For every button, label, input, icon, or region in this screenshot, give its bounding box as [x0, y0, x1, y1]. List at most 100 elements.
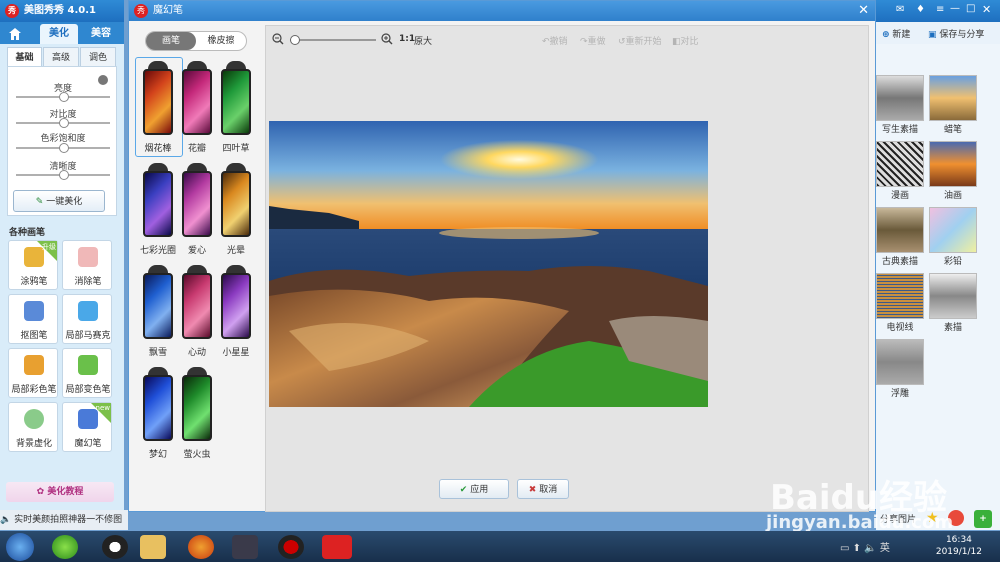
filter-item[interactable]: 彩铅 — [929, 207, 977, 267]
compare-icon: ◧ — [672, 37, 681, 47]
redo-button[interactable]: ↷重做 — [580, 34, 606, 47]
slider-knob[interactable] — [59, 143, 69, 153]
menu-icon[interactable]: ≡ — [936, 4, 944, 15]
firefox-icon[interactable] — [188, 535, 214, 559]
pen-label: 光晕 — [226, 246, 245, 256]
filter-item[interactable]: 油画 — [929, 141, 977, 201]
start-button[interactable] — [6, 533, 34, 561]
filter-item[interactable]: 素描 — [929, 273, 977, 333]
apply-button[interactable]: ✔ 应用 — [439, 479, 509, 499]
pen-item[interactable]: 爱心 — [178, 163, 216, 256]
brush-tile[interactable]: 局部彩色笔 — [8, 348, 58, 398]
brush-mode-option[interactable]: 画笔 — [146, 32, 196, 50]
minimize-icon[interactable]: — — [950, 3, 960, 14]
new-button[interactable]: ⊕ 新建 — [882, 27, 910, 40]
canvas-toolbar: 1:1 原大 ↶撤销 ↷重做 ↺重新开始 ◧对比 — [266, 26, 868, 52]
pen-item[interactable]: 四叶草 — [217, 61, 255, 154]
pen-item[interactable]: 七彩光圈 — [139, 163, 177, 256]
pen-item[interactable]: 花瓣 — [178, 61, 216, 154]
restart-button[interactable]: ↺重新开始 — [618, 34, 662, 47]
filter-label: 电视线 — [886, 323, 914, 333]
magic-wand-icon: ✎ — [35, 197, 44, 207]
subtab-advanced[interactable]: 高级 — [43, 47, 79, 67]
filter-item[interactable]: 古典素描 — [876, 207, 924, 267]
sharpness-slider[interactable] — [16, 170, 110, 180]
brush-tile[interactable]: new 魔幻笔 — [62, 402, 112, 452]
cancel-button[interactable]: ✖ 取消 — [517, 479, 569, 499]
filter-item[interactable]: 写生素描 — [876, 75, 924, 135]
pen-body — [182, 273, 212, 339]
pen-body — [221, 171, 251, 237]
video-app-icon[interactable] — [232, 535, 258, 559]
pen-item[interactable]: 小星星 — [217, 265, 255, 358]
maximize-icon[interactable]: □ — [966, 3, 975, 14]
pen-item[interactable]: 烟花棒 — [135, 57, 183, 157]
redo-icon: ↷ — [580, 37, 588, 47]
compare-button[interactable]: ◧对比 — [672, 34, 699, 47]
tab-beautify[interactable]: 美化 — [40, 24, 78, 44]
saturation-slider[interactable] — [16, 143, 110, 153]
file-explorer-icon[interactable] — [140, 535, 166, 559]
filter-item[interactable]: 电视线 — [876, 273, 924, 333]
zoom-ratio[interactable]: 1:1 — [399, 34, 415, 44]
slider-knob[interactable] — [59, 92, 69, 102]
slider-knob[interactable] — [59, 118, 69, 128]
pen-item[interactable]: 心动 — [178, 265, 216, 358]
zoom-slider[interactable] — [290, 35, 376, 45]
tab-beauty[interactable]: 美容 — [82, 24, 120, 44]
pen-body — [143, 171, 173, 237]
brush-tile[interactable]: 背景虚化 — [8, 402, 58, 452]
zoom-original-label[interactable]: 原大 — [414, 34, 432, 47]
pen-item[interactable]: 飘雪 — [139, 265, 177, 358]
brush-label: 魔幻笔 — [74, 439, 102, 449]
add-icon[interactable]: + — [974, 510, 992, 528]
filter-item[interactable]: 浮雕 — [876, 339, 924, 399]
subtab-basic[interactable]: 基础 — [7, 47, 42, 67]
tutorial-button[interactable]: ✿ 美化教程 — [6, 482, 114, 502]
qq-icon[interactable] — [102, 535, 128, 559]
blur-background-icon — [24, 409, 44, 429]
brush-tile[interactable]: 抠图笔 — [8, 294, 58, 344]
pen-body — [143, 273, 173, 339]
pen-body — [143, 375, 173, 441]
undo-button[interactable]: ↶撤销 — [542, 34, 568, 47]
subtab-color[interactable]: 调色 — [80, 47, 116, 67]
close-icon[interactable]: ✕ — [982, 3, 991, 16]
browser-360-icon[interactable] — [52, 535, 78, 559]
filter-item[interactable]: 漫画 — [876, 141, 924, 201]
app-title: 美图秀秀 4.0.1 — [24, 5, 96, 16]
cancel-icon: ✖ — [528, 485, 537, 495]
brush-tile[interactable]: 消除笔 — [62, 240, 112, 290]
save-share-button[interactable]: ▣ 保存与分享 — [928, 27, 984, 40]
filter-thumb — [929, 207, 977, 253]
close-icon[interactable]: ✕ — [858, 1, 869, 21]
brush-tile[interactable]: 局部变色笔 — [62, 348, 112, 398]
contrast-slider[interactable] — [16, 118, 110, 128]
brush-tile[interactable]: 升级 涂鸦笔 — [8, 240, 58, 290]
pen-item[interactable]: 光晕 — [217, 163, 255, 256]
zoom-out-icon[interactable] — [272, 33, 284, 45]
message-icon[interactable]: ✉ — [896, 4, 904, 15]
home-tab[interactable] — [4, 24, 26, 44]
record-icon[interactable] — [278, 535, 304, 559]
filter-item[interactable]: 蜡笔 — [929, 75, 977, 135]
meitu-taskbar-icon[interactable] — [322, 535, 352, 559]
zoom-knob[interactable] — [290, 35, 300, 45]
brightness-slider[interactable] — [16, 92, 110, 102]
pen-item[interactable]: 梦幻 — [139, 367, 177, 460]
clock[interactable]: 16:34 2019/1/12 — [936, 534, 982, 558]
one-key-beautify-button[interactable]: ✎ 一键美化 — [13, 190, 105, 212]
filter-label: 油画 — [943, 191, 962, 201]
status-text[interactable]: 实时美颜拍照神器一不修图 — [14, 515, 122, 525]
zoom-in-icon[interactable] — [381, 33, 393, 45]
mosaic-icon — [78, 301, 98, 321]
slider-knob[interactable] — [59, 170, 69, 180]
brush-label: 局部马赛克 — [65, 331, 111, 341]
tray-icons[interactable]: ▭ ⬆ 🔈 英 — [840, 539, 890, 554]
canvas-area: 1:1 原大 ↶撤销 ↷重做 ↺重新开始 ◧对比 — [265, 25, 869, 512]
brush-tile[interactable]: 局部马赛克 — [62, 294, 112, 344]
pen-item[interactable]: 萤火虫 — [178, 367, 216, 460]
eraser-mode-option[interactable]: 橡皮擦 — [196, 32, 246, 50]
photo-canvas[interactable] — [269, 121, 708, 407]
tshirt-icon[interactable]: ♦ — [916, 4, 925, 15]
